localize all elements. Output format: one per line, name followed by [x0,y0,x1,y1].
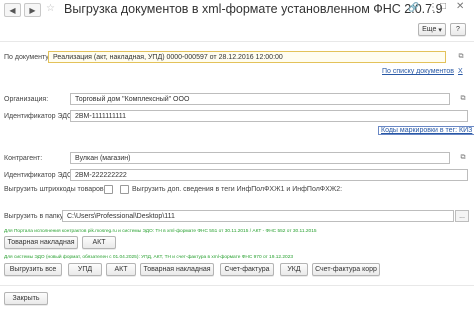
waybill-button-2[interactable]: Товарная накладная [140,263,214,276]
marking-codes-link[interactable]: Коды маркировки в тег: КИЗ [378,126,474,135]
header-divider [0,41,474,42]
counterparty-label: Контрагент: [4,155,43,162]
document-field[interactable]: Реализация (акт, накладная, УПД) 0000-00… [48,51,446,63]
counterparty-edo-field[interactable]: 2ВМ-222222222 [70,169,468,181]
close-icon[interactable]: ✕ [456,1,464,12]
org-edo-field[interactable]: 2ВМ-1111111111 [70,110,468,122]
invoice-button[interactable]: Счет-фактура [220,263,274,276]
act-button-2[interactable]: АКТ [106,263,136,276]
more-button[interactable]: Еще ▾ [418,23,446,36]
back-button[interactable]: ◀ [4,3,21,17]
act-button-1[interactable]: АКТ [82,236,116,249]
extra-info-label: Выгрузить доп. сведения в теги ИнфПолФХЖ… [132,186,343,193]
export-all-button[interactable]: Выгрузить все [4,263,62,276]
export-folder-field[interactable]: C:\Users\Professional\Desktop\111 [62,210,454,222]
corrective-invoice-button[interactable]: Счет-фактура корр [312,263,380,276]
counterparty-open-icon[interactable]: ⧉ [458,152,468,164]
org-edo-label: Идентификатор ЭДО: [4,113,75,120]
organization-field[interactable]: Торговый дом "Комплексный" ООО [70,93,450,105]
organization-open-icon[interactable]: ⧉ [458,93,468,105]
export-folder-label: Выгрузить в папку: [4,213,66,220]
browse-folder-button[interactable]: ... [455,210,469,222]
clear-document-link[interactable]: X [458,68,463,75]
help-icon: ? [456,26,460,33]
forward-arrow-icon: ▶ [29,5,36,15]
window-title: Выгрузка документов в xml-формате устано… [64,2,443,16]
upd-button[interactable]: УПД [68,263,102,276]
organization-label: Организация: [4,96,49,103]
ukd-button[interactable]: УКД [280,263,308,276]
link-icon[interactable]: 🔗 [408,2,419,13]
more-label: Еще [422,26,437,33]
help-button[interactable]: ? [450,23,466,36]
section2-note: Для системы ЭДО (новый формат, обязателе… [4,255,294,260]
document-open-icon[interactable]: ⧉ [456,51,466,63]
back-arrow-icon: ◀ [9,5,16,15]
section1-note: Для Портала исполнения контрактов pik.mo… [4,229,317,234]
waybill-button[interactable]: Товарная накладная [4,236,78,249]
kebab-menu-icon[interactable]: ⋮ [428,2,438,13]
barcodes-label: Выгрузить штрихкоды товаров: [4,186,106,193]
document-list-link[interactable]: По списку документов [382,68,454,75]
document-label: По документу: [4,54,51,61]
chevron-down-icon: ▾ [438,26,442,34]
forward-button[interactable]: ▶ [24,3,41,17]
extra-info-checkbox[interactable] [120,185,129,194]
counterparty-edo-label: Идентификатор ЭДО: [4,172,75,179]
counterparty-field[interactable]: Вулкан (магазин) [70,152,450,164]
barcodes-checkbox[interactable] [104,185,113,194]
footer-divider [0,285,474,286]
maximize-icon[interactable]: □ [440,1,446,12]
star-icon[interactable]: ☆ [46,3,55,14]
close-button[interactable]: Закрыть [4,292,48,305]
